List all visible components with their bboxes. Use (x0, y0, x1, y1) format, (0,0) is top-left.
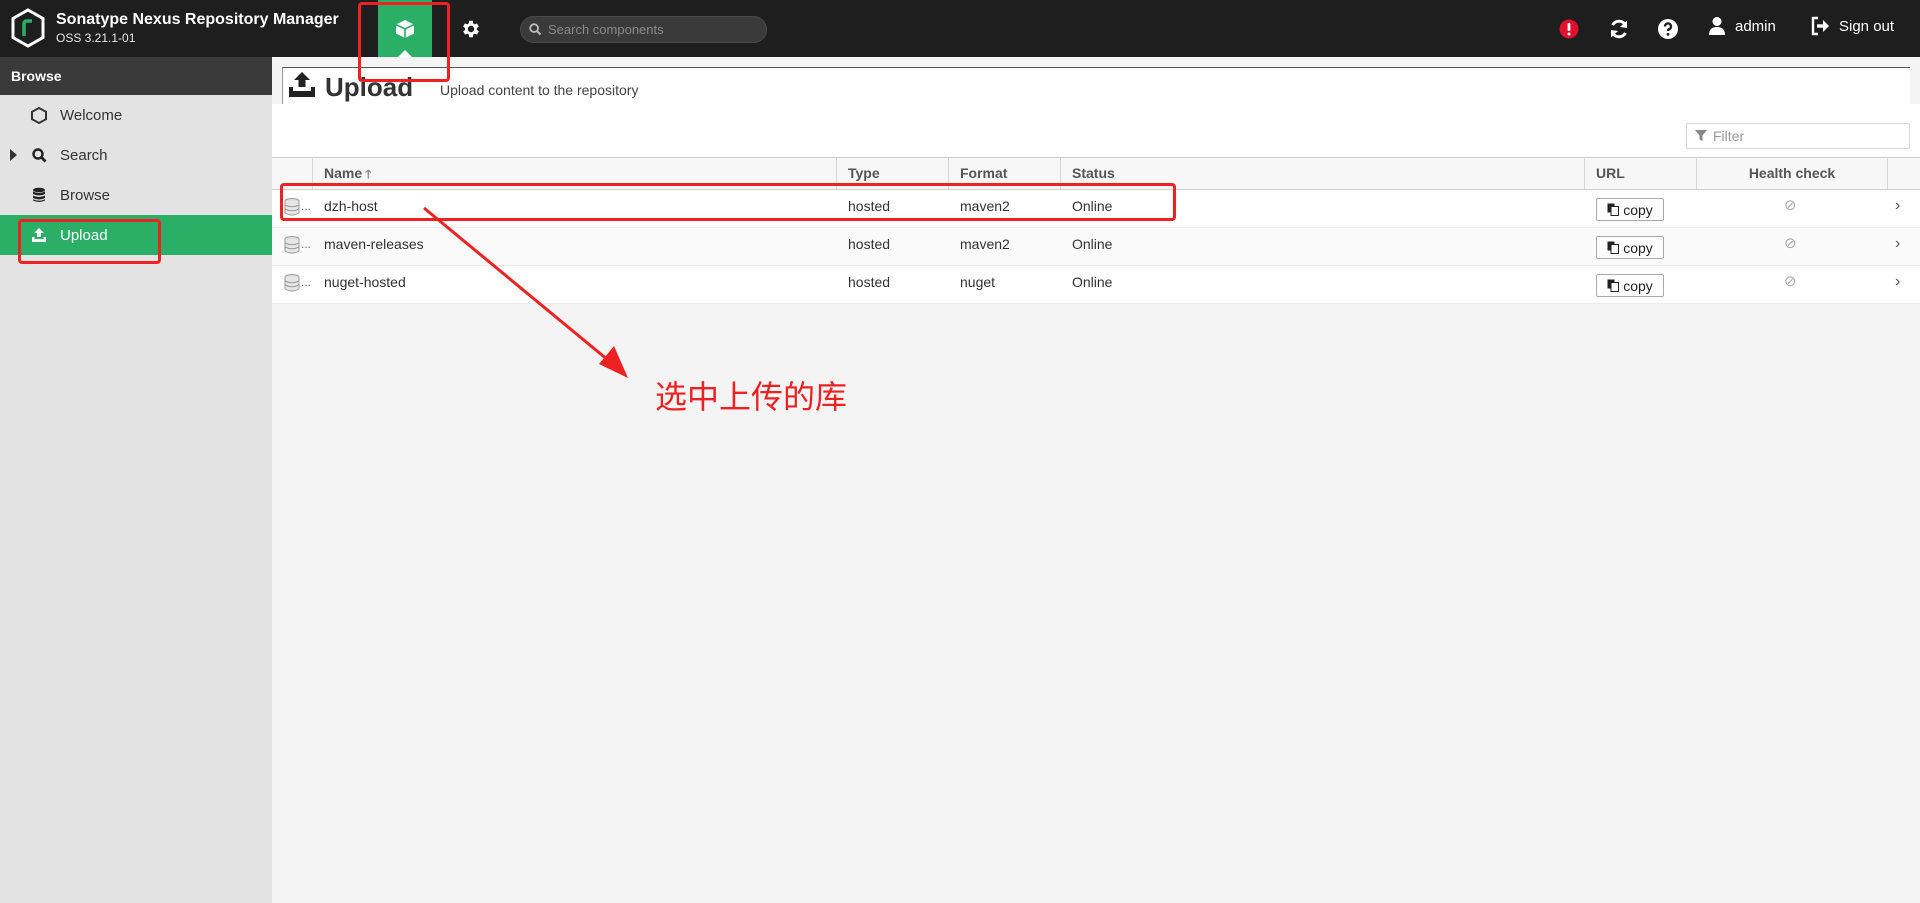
page-title-bar: Upload Upload content to the repository (282, 67, 1910, 104)
sidebar-item-label: Search (60, 146, 108, 164)
chevron-right-icon[interactable]: › (1895, 228, 1900, 260)
sidebar-item-label: Welcome (60, 106, 123, 124)
column-header-url[interactable]: URL (1585, 158, 1697, 189)
health-check-disabled-icon[interactable]: ⊘ (1784, 228, 1797, 260)
admin-gear-icon (463, 20, 479, 37)
refresh-button[interactable] (1606, 16, 1632, 42)
chevron-right-icon[interactable]: › (1895, 190, 1900, 222)
cell-type: hosted (848, 274, 891, 290)
expand-arrow-icon[interactable] (10, 149, 17, 161)
user-icon (1709, 17, 1725, 35)
search-icon (529, 23, 542, 36)
repository-icon (284, 236, 300, 254)
page-subtitle: Upload content to the repository (440, 82, 639, 98)
database-icon (30, 186, 48, 204)
sign-out-button[interactable]: Sign out (1810, 16, 1894, 36)
cell-status: Online (1072, 274, 1113, 290)
cell-status: Online (1072, 236, 1113, 252)
copy-icon (1607, 203, 1620, 216)
refresh-icon (1610, 19, 1628, 39)
component-search[interactable] (520, 16, 767, 43)
copy-icon (1607, 241, 1620, 254)
health-check-disabled-icon[interactable]: ⊘ (1784, 190, 1797, 222)
filter-box[interactable] (1686, 123, 1910, 149)
repository-table: Name 🡑 Type Format Status URL Health chec… (272, 157, 1920, 304)
cell-name: maven-releases (324, 236, 424, 252)
help-icon (1658, 19, 1678, 39)
chevron-right-icon[interactable]: › (1895, 266, 1900, 298)
annotation-box-repository-row (280, 183, 1176, 221)
cell-name: nuget-hosted (324, 274, 406, 290)
search-input[interactable] (548, 22, 748, 37)
repository-icon (284, 274, 300, 292)
toolbar-area (272, 104, 1920, 161)
help-button[interactable] (1655, 16, 1681, 42)
copy-icon (1607, 279, 1620, 292)
sidebar: Browse Welcome Search Browse Upload (0, 57, 272, 903)
sidebar-title: Browse (0, 57, 272, 95)
nexus-logo-icon (11, 8, 45, 48)
filter-icon (1695, 130, 1707, 141)
copy-label: copy (1623, 201, 1653, 218)
overflow-dots: ... (301, 237, 312, 251)
copy-url-button[interactable]: copy (1596, 236, 1664, 259)
sign-out-icon (1811, 16, 1829, 36)
hexagon-icon (30, 106, 48, 124)
sidebar-item-label: Browse (60, 186, 111, 204)
cell-format: maven2 (960, 236, 1010, 252)
app-title: Sonatype Nexus Repository Manager (56, 11, 339, 28)
annotation-text: 选中上传的库 (655, 378, 848, 416)
user-label: admin (1735, 17, 1776, 35)
sign-out-label: Sign out (1839, 17, 1895, 35)
column-label: Name (324, 165, 363, 181)
table-row[interactable]: ... maven-releases hosted maven2 Online … (272, 228, 1920, 266)
copy-url-button[interactable]: copy (1596, 198, 1664, 221)
brand[interactable]: Sonatype Nexus Repository Manager OSS 3.… (10, 8, 339, 48)
cell-format: nuget (960, 274, 996, 290)
copy-label: copy (1623, 239, 1653, 256)
table-row[interactable]: ... nuget-hosted hosted nuget Online cop… (272, 266, 1920, 304)
health-check-disabled-icon[interactable]: ⊘ (1784, 266, 1797, 298)
overflow-dots: ... (301, 275, 312, 289)
sidebar-item-search[interactable]: Search (0, 135, 272, 175)
upload-icon (289, 72, 315, 97)
sidebar-item-welcome[interactable]: Welcome (0, 95, 272, 135)
alert-button[interactable] (1556, 16, 1582, 42)
sort-ascending-icon: 🡑 (365, 167, 372, 181)
copy-url-button[interactable]: copy (1596, 274, 1664, 297)
copy-label: copy (1623, 277, 1653, 294)
sidebar-item-browse[interactable]: Browse (0, 175, 272, 215)
admin-mode-button[interactable] (448, 0, 494, 57)
app-version: OSS 3.21.1-01 (56, 31, 136, 45)
column-header-health-check[interactable]: Health check (1697, 158, 1888, 189)
filter-input[interactable] (1713, 128, 1903, 144)
annotation-box-upload (18, 219, 161, 264)
search-icon (30, 146, 48, 164)
alert-icon (1559, 19, 1579, 39)
annotation-box-browse-mode (358, 2, 450, 82)
user-menu[interactable]: admin (1708, 16, 1776, 36)
top-header: Sonatype Nexus Repository Manager OSS 3.… (0, 0, 1920, 57)
cell-type: hosted (848, 236, 891, 252)
